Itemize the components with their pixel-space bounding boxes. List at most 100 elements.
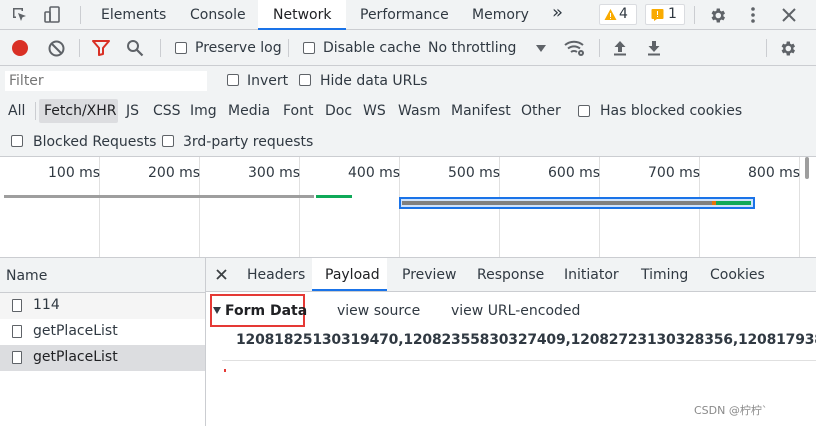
view-source-link[interactable]: view source [337,301,420,321]
warning-icon [604,9,617,20]
network-toolbar: Preserve log Disable cache No throttling [0,30,816,66]
network-conditions-wifi-icon[interactable] [563,37,587,59]
record-button[interactable] [12,40,28,56]
type-other[interactable]: Other [521,101,561,121]
request-file-icon [12,351,22,364]
type-ws[interactable]: WS [363,101,386,121]
tab-memory[interactable]: Memory [472,5,529,25]
import-har-upload-icon[interactable] [610,38,630,58]
tab-initiator[interactable]: Initiator [564,265,619,285]
dropdown-arrow-icon[interactable] [534,41,548,55]
tab-headers[interactable]: Headers [247,265,305,285]
request-row[interactable]: 114 [0,293,205,319]
invert-label: Invert [247,73,289,89]
type-divider [35,102,36,120]
warnings-count: 4 [619,6,628,22]
timeline-selection[interactable] [399,197,755,209]
request-name: getPlaceList [33,349,118,365]
more-tabs-chevron-icon[interactable]: » [552,3,563,23]
request-list-pane: Name 114 getPlaceList getPlaceList [0,258,205,426]
device-toolbar-icon[interactable] [43,5,65,25]
type-doc[interactable]: Doc [325,101,352,121]
timeline-tick: 600 ms [548,165,601,181]
filter-bar: Invert Hide data URLs [0,66,816,96]
export-har-download-icon[interactable] [644,38,664,58]
toolbar-divider [288,39,289,57]
type-all[interactable]: All [8,101,25,121]
timeline-bar-green [316,195,352,198]
request-detail-pane: Headers Payload Preview Response Initiat… [206,258,816,426]
timeline-tick: 100 ms [48,165,101,181]
request-row-selected[interactable]: getPlaceList [0,345,205,371]
timeline-bar-selected-green [716,201,751,205]
tab-preview[interactable]: Preview [402,265,457,285]
devtools-main-toolbar: Elements Console Network Performance Mem… [0,0,816,30]
network-settings-gear-icon[interactable] [776,37,798,59]
toolbar-divider [694,6,695,24]
request-file-icon [12,325,22,338]
toolbar-divider [599,39,600,57]
name-column-header[interactable]: Name [0,258,205,293]
type-font[interactable]: Font [283,101,313,121]
request-name: 114 [33,297,60,313]
timeline-tick: 300 ms [248,165,301,181]
filter-funnel-icon[interactable] [90,38,112,58]
detail-tabs: Headers Payload Preview Response Initiat… [206,258,816,292]
type-css[interactable]: CSS [153,101,181,121]
tab-payload[interactable]: Payload [325,265,380,285]
cursor-mark [224,369,226,372]
clear-icon[interactable] [46,38,66,58]
issue-icon [651,9,664,21]
inspect-element-icon[interactable] [10,5,30,25]
type-manifest[interactable]: Manifest [451,101,511,121]
timeline-tick: 200 ms [148,165,201,181]
throttling-select[interactable]: No throttling [428,38,516,58]
issues-badge[interactable]: 1 [645,4,685,25]
type-img[interactable]: Img [190,101,217,121]
timeline-tick: 800 ms [748,165,801,181]
tab-console[interactable]: Console [190,5,246,25]
preserve-log-checkbox[interactable] [175,42,187,54]
disable-cache-checkbox[interactable] [303,42,315,54]
type-fetch-xhr[interactable]: Fetch/XHR [44,101,117,121]
type-wasm[interactable]: Wasm [398,101,440,121]
tab-cookies[interactable]: Cookies [710,265,765,285]
watermark: CSDN @柠柠` [694,404,768,417]
tab-timing[interactable]: Timing [641,265,688,285]
tab-performance[interactable]: Performance [360,5,449,25]
preserve-log-label: Preserve log [195,40,282,56]
tab-network[interactable]: Network [273,5,331,25]
toolbar-divider [766,39,767,57]
timeline-scrollbar[interactable] [805,157,809,179]
hide-data-urls-checkbox[interactable] [299,74,311,86]
blocked-requests-label: Blocked Requests [33,134,157,150]
blocked-requests-checkbox[interactable] [11,135,23,147]
close-devtools-icon[interactable] [779,5,799,25]
more-options-icon[interactable] [744,4,762,26]
toolbar-divider [160,39,161,57]
search-icon[interactable] [124,38,146,58]
blocked-requests-bar: Blocked Requests 3rd-party requests [0,127,816,157]
toolbar-divider [80,6,81,24]
view-url-encoded-link[interactable]: view URL-encoded [451,301,580,321]
third-party-requests-checkbox[interactable] [162,135,174,147]
filter-input[interactable] [4,70,208,92]
resource-type-bar: All Fetch/XHR JS CSS Img Media Font Doc … [0,96,816,127]
type-media[interactable]: Media [228,101,270,121]
timeline-tick: 400 ms [348,165,401,181]
invert-checkbox[interactable] [227,74,239,86]
disable-cache-label: Disable cache [323,40,421,56]
close-detail-icon[interactable] [214,267,228,281]
request-row[interactable]: getPlaceList [0,319,205,345]
has-blocked-cookies-checkbox[interactable] [578,105,590,117]
warnings-badge[interactable]: 4 [599,4,637,25]
settings-gear-icon[interactable] [706,4,728,26]
section-divider [222,360,816,361]
expand-triangle-icon[interactable] [213,307,221,314]
tab-response[interactable]: Response [477,265,544,285]
tab-elements[interactable]: Elements [101,5,166,25]
type-js[interactable]: JS [126,101,139,121]
overview-timeline: 100 ms 200 ms 300 ms 400 ms 500 ms 600 m… [0,157,816,258]
hide-data-urls-label: Hide data URLs [320,73,428,89]
form-data-title[interactable]: Form Data [225,301,307,321]
